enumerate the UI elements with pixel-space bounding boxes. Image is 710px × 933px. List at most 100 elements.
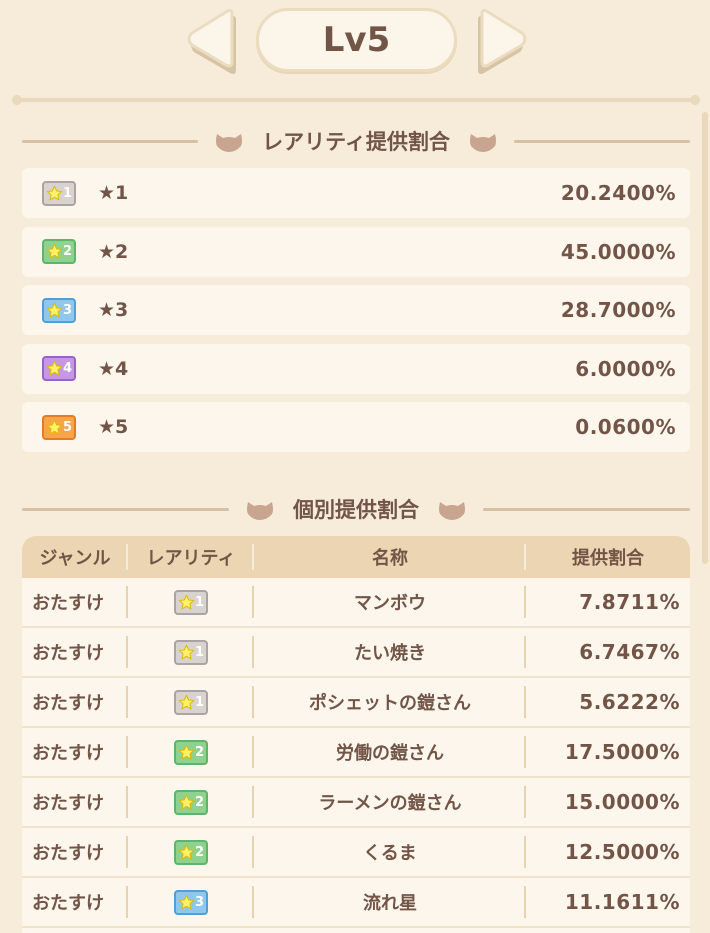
- star-icon: [46, 243, 63, 259]
- star-icon: [46, 419, 63, 434]
- table-row: おたすけ 1 マンボウ 7.8711%: [22, 578, 690, 628]
- name-cell: 労働の鎧さん: [254, 728, 526, 776]
- rarity-cell: 1: [128, 628, 254, 676]
- cat-head-icon: [247, 502, 273, 520]
- star-icon: [46, 302, 63, 317]
- gacha-rates-screen: Lv5 レアリティ提供割合 1 ★1 20.2400% 2 ★2 45.0000% 3 ★3 2…: [0, 0, 710, 933]
- genre-cell: おたすけ: [22, 678, 128, 726]
- rarity-cell: 3: [128, 878, 254, 926]
- name-cell: ポシェットの鎧さん: [254, 678, 526, 726]
- name-cell: 流れ星: [254, 878, 526, 926]
- star-icon: [178, 694, 195, 709]
- star-icon: [178, 644, 195, 659]
- cat-head-icon: [469, 134, 496, 152]
- prev-level-button[interactable]: [182, 8, 244, 74]
- rarity-badge: 2: [174, 739, 208, 765]
- rarity-badge-number: 1: [195, 694, 205, 710]
- section-line: [22, 507, 229, 511]
- genre-cell: おたすけ: [22, 878, 128, 926]
- rarity-badge: 1: [174, 589, 208, 615]
- rarity-cell: 1: [128, 678, 254, 726]
- rarity-badge: 1: [42, 180, 76, 206]
- divider-dot: [12, 95, 22, 105]
- individual-section-header: 個別提供割合: [22, 494, 690, 524]
- table-row: おたすけ 1 ポシェットの鎧さん 5.6222%: [22, 678, 690, 728]
- star-icon: [46, 360, 63, 376]
- rarity-badge-number: 1: [195, 594, 205, 610]
- rarity-row: 1 ★1 20.2400%: [22, 168, 690, 218]
- rarity-row: 2 ★2 45.0000%: [22, 226, 690, 277]
- rarity-badge-number: 1: [195, 644, 205, 660]
- level-label: Lv5: [322, 20, 391, 60]
- rarity-row: 4 ★4 6.0000%: [22, 343, 690, 394]
- star-icon: [178, 844, 195, 859]
- section-line: [483, 507, 690, 511]
- rarity-label: ★5: [98, 416, 129, 438]
- section-line: [22, 139, 199, 143]
- rate-cell: 11.1611%: [564, 890, 680, 914]
- rarity-cell: 2: [128, 828, 254, 876]
- individual-rates-table: ジャンル レアリティ 名称 提供割合 おたすけ 1 マンボウ 7.8711% おたすけ 1…: [22, 536, 690, 933]
- rate-cell: 17.5000%: [564, 740, 680, 764]
- cat-head-icon: [216, 134, 243, 152]
- name-cell: たい焼き: [254, 628, 526, 676]
- divider-dot: [690, 95, 700, 105]
- table-header: ジャンル レアリティ 名称 提供割合: [22, 536, 690, 578]
- cat-head-icon: [439, 502, 465, 520]
- rate-cell: 7.8711%: [579, 590, 680, 614]
- rarity-badge: 4: [42, 356, 76, 381]
- rarity-badge-number: 4: [63, 361, 73, 376]
- rarity-badge: 2: [174, 789, 208, 815]
- star-icon: [178, 744, 195, 759]
- arrow-right-icon: [478, 8, 527, 74]
- rarity-rate: 28.7000%: [560, 298, 676, 322]
- rarity-badge-number: 5: [63, 419, 73, 435]
- rarity-badge: 2: [174, 839, 208, 865]
- rate-cell: 5.6222%: [579, 690, 680, 714]
- genre-cell: おたすけ: [22, 828, 128, 876]
- column-header-rate: 提供割合: [572, 548, 644, 569]
- rarity-label: ★4: [98, 357, 129, 380]
- table-body: おたすけ 1 マンボウ 7.8711% おたすけ 1 たい焼き 6.7467% おたすけ 1 ポシェ…: [22, 578, 690, 928]
- rarity-badge: 2: [42, 239, 76, 264]
- genre-cell: おたすけ: [22, 778, 128, 826]
- genre-cell: おたすけ: [22, 578, 128, 626]
- genre-cell: おたすけ: [22, 628, 128, 676]
- rarity-badge: 1: [174, 689, 208, 715]
- rarity-section-header: レアリティ提供割合: [22, 126, 690, 156]
- rarity-label: ★3: [98, 299, 129, 321]
- rarity-rate: 20.2400%: [560, 181, 676, 205]
- column-header-rarity: レアリティ: [128, 536, 254, 578]
- rarity-badge: 1: [174, 639, 208, 665]
- star-icon: [178, 894, 195, 909]
- rarity-badge: 5: [42, 414, 76, 440]
- rarity-cell: 2: [128, 778, 254, 826]
- next-level-button[interactable]: [470, 8, 532, 74]
- column-header-name: 名称: [254, 536, 526, 578]
- star-icon: [178, 594, 195, 609]
- table-row: おたすけ 2 ラーメンの鎧さん 15.0000%: [22, 778, 690, 828]
- rarity-badge: 3: [174, 889, 208, 915]
- rate-cell: 12.5000%: [564, 840, 680, 864]
- star-icon: [46, 185, 63, 200]
- genre-cell: おたすけ: [22, 728, 128, 776]
- rarity-badge-number: 3: [195, 894, 205, 910]
- column-header-genre: ジャンル: [22, 536, 128, 578]
- scrollbar[interactable]: [702, 112, 708, 564]
- rarity-row: 3 ★3 28.7000%: [22, 285, 690, 335]
- name-cell: マンボウ: [254, 578, 526, 626]
- arrow-left-icon: [187, 8, 236, 74]
- name-cell: ラーメンの鎧さん: [254, 778, 526, 826]
- rarity-rate: 0.0600%: [575, 415, 676, 439]
- rarity-row: 5 ★5 0.0600%: [22, 402, 690, 452]
- rarity-badge-number: 2: [195, 844, 205, 860]
- rarity-badge-number: 2: [195, 744, 205, 760]
- rarity-cell: 2: [128, 728, 254, 776]
- rate-cell: 6.7467%: [579, 640, 680, 664]
- rarity-cell: 1: [128, 578, 254, 626]
- table-row: おたすけ 3 流れ星 11.1611%: [22, 878, 690, 928]
- star-icon: [178, 794, 195, 809]
- level-display: Lv5: [256, 8, 457, 72]
- rarity-label: ★2: [98, 240, 129, 263]
- header-divider: [14, 98, 696, 102]
